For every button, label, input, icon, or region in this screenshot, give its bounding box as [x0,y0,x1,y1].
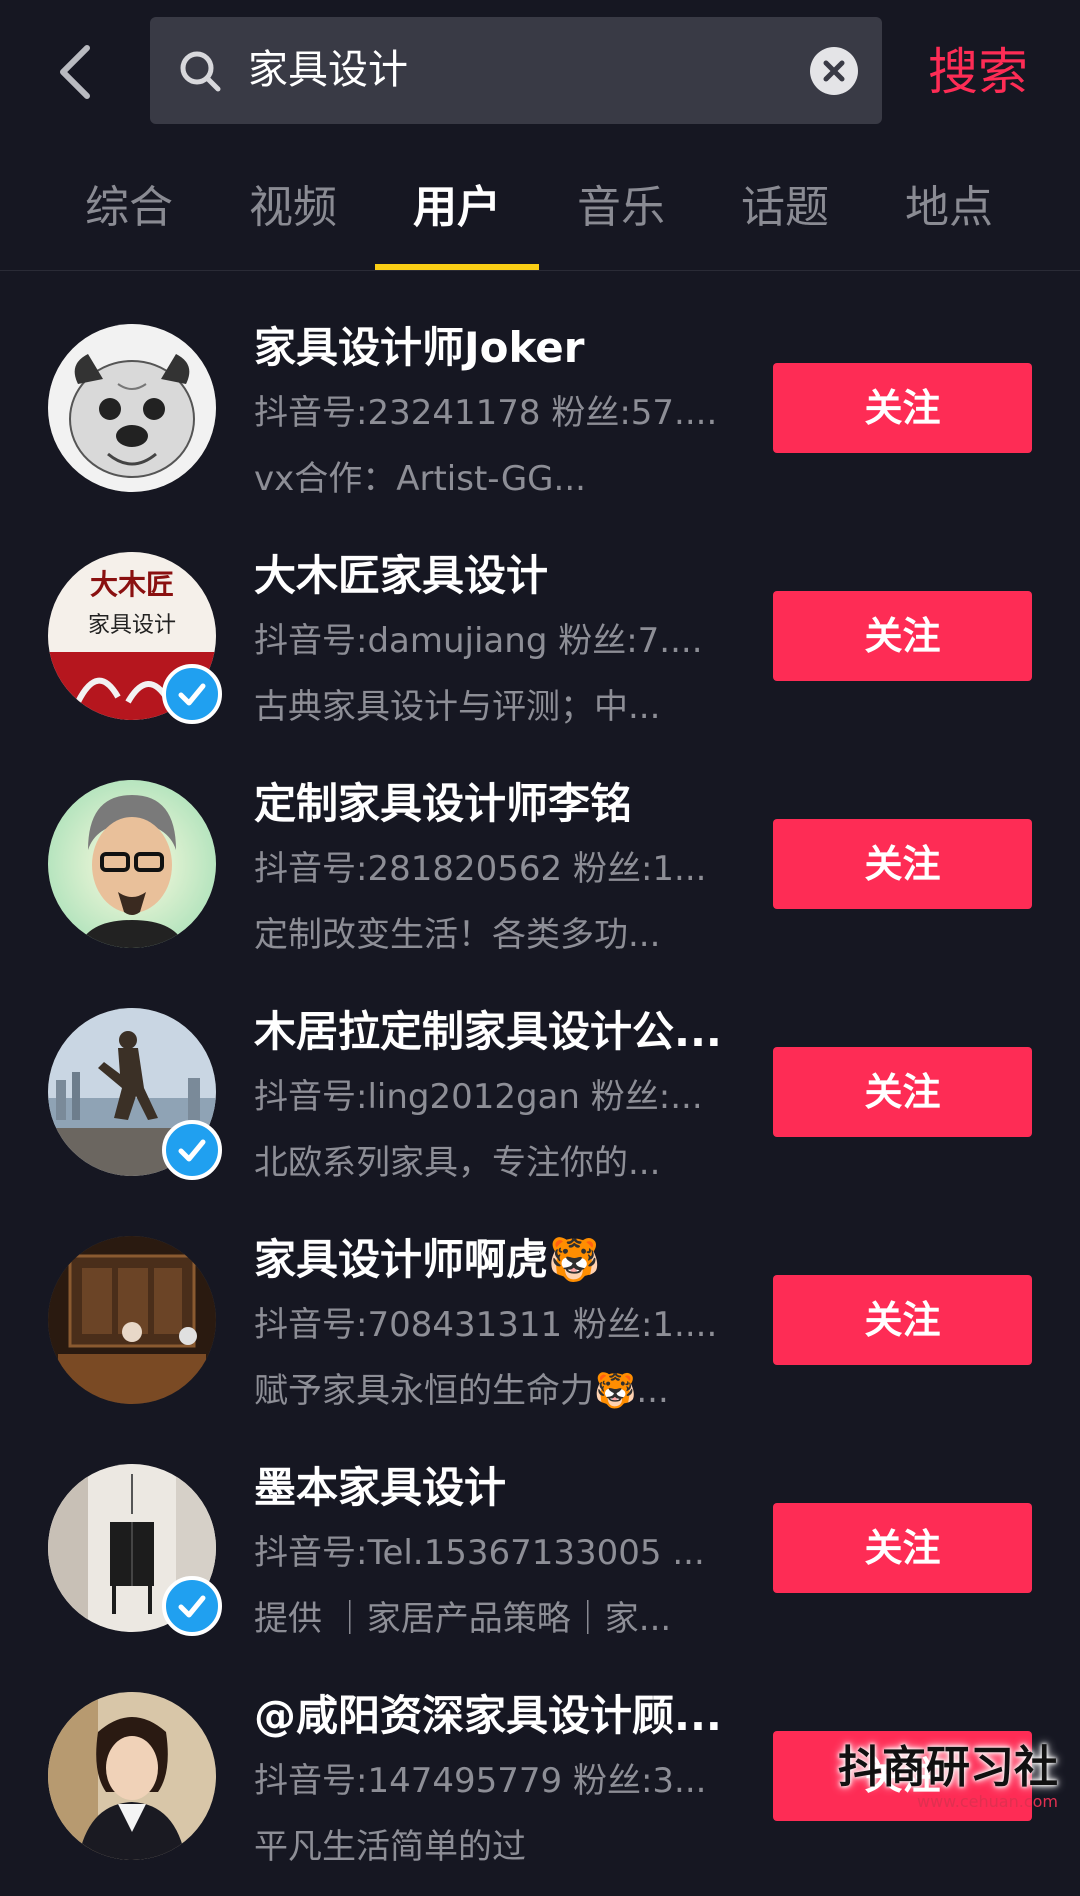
verified-badge [162,1576,222,1636]
avatar-image [48,1236,216,1404]
user-name: 墨本家具设计 [254,1456,734,1520]
user-info: 家具设计师啊虎🐯 抖音号:708431311 粉丝:1.... 赋予家具永恒的生… [254,1228,734,1424]
tab-places[interactable]: 地点 [867,170,1031,270]
user-info: 大木匠家具设计 抖音号:damujiang 粉丝:7.... 古典家具设计与评测… [254,544,734,740]
follow-button[interactable]: 关注 [773,1047,1032,1137]
avatar[interactable]: 大木匠 家具设计 [48,552,216,720]
list-item[interactable]: 家具设计师Joker 抖音号:23241178 粉丝:57.... vx合作：A… [0,300,1080,528]
follow-button[interactable]: 关注 [773,591,1032,681]
search-button[interactable]: 搜索 [928,32,1028,112]
user-result-list: 家具设计师Joker 抖音号:23241178 粉丝:57.... vx合作：A… [0,300,1080,1896]
user-info: @咸阳资深家具设计顾... 抖音号:147495779 粉丝:3... 平凡生活… [254,1684,734,1880]
user-name: 大木匠家具设计 [254,544,734,608]
watermark-text: 抖商研习社 [838,1743,1058,1793]
chevron-left-icon [55,42,95,102]
watermark-url: www.cehuan.com [838,1793,1058,1811]
tab-music[interactable]: 音乐 [539,170,703,270]
follow-button[interactable]: 关注 [773,1275,1032,1365]
avatar[interactable] [48,1692,216,1860]
avatar[interactable] [48,324,216,492]
tab-users[interactable]: 用户 [375,170,539,270]
search-field[interactable]: 家具设计 [150,17,882,124]
tab-videos[interactable]: 视频 [211,170,375,270]
svg-text:家具设计: 家具设计 [88,613,176,638]
close-icon [810,47,858,95]
search-input[interactable]: 家具设计 [248,17,408,124]
avatar[interactable] [48,1464,216,1632]
user-meta: 抖音号:ling2012gan 粉丝:... [254,1064,734,1130]
search-header: 家具设计 搜索 [0,0,1080,143]
user-bio: 赋予家具永恒的生命力🐯... [254,1358,734,1424]
user-meta: 抖音号:Tel.15367133005 ... [254,1520,734,1586]
list-item[interactable]: 定制家具设计师李铭 抖音号:281820562 粉丝:1... 定制改变生活！各… [0,756,1080,984]
svg-text:大木匠: 大木匠 [90,568,174,601]
user-info: 家具设计师Joker 抖音号:23241178 粉丝:57.... vx合作：A… [254,316,734,512]
list-item[interactable]: 大木匠 家具设计 大木匠家具设计 抖音号:damujiang 粉丝:7.... … [0,528,1080,756]
user-meta: 抖音号:damujiang 粉丝:7.... [254,608,734,674]
user-name: @咸阳资深家具设计顾... [254,1684,734,1748]
user-name: 家具设计师Joker [254,316,734,380]
user-info: 定制家具设计师李铭 抖音号:281820562 粉丝:1... 定制改变生活！各… [254,772,734,968]
list-item[interactable]: 木居拉定制家具设计公... 抖音号:ling2012gan 粉丝:... 北欧系… [0,984,1080,1212]
user-name: 木居拉定制家具设计公... [254,1000,734,1064]
verified-badge [162,664,222,724]
list-item[interactable]: 家具设计师啊虎🐯 抖音号:708431311 粉丝:1.... 赋予家具永恒的生… [0,1212,1080,1440]
user-bio: 平凡生活简单的过 [254,1814,734,1880]
user-info: 墨本家具设计 抖音号:Tel.15367133005 ... 提供 ｜家居产品策… [254,1456,734,1652]
user-meta: 抖音号:281820562 粉丝:1... [254,836,734,902]
user-bio: 定制改变生活！各类多功... [254,902,734,968]
avatar[interactable] [48,780,216,948]
tab-topics[interactable]: 话题 [703,170,867,270]
user-meta: 抖音号:147495779 粉丝:3... [254,1748,734,1814]
user-bio: 古典家具设计与评测；中... [254,674,734,740]
avatar[interactable] [48,1008,216,1176]
watermark: 抖商研习社 www.cehuan.com [838,1743,1058,1811]
follow-button[interactable]: 关注 [773,363,1032,453]
follow-button[interactable]: 关注 [773,1503,1032,1593]
clear-search-button[interactable] [810,47,858,95]
avatar[interactable] [48,1236,216,1404]
user-bio: 北欧系列家具，专注你的... [254,1130,734,1196]
back-button[interactable] [40,32,110,112]
user-bio: 提供 ｜家居产品策略｜家... [254,1586,734,1652]
user-bio: vx合作：Artist-GG... [254,446,734,512]
follow-button[interactable]: 关注 [773,819,1032,909]
tab-comprehensive[interactable]: 综合 [47,170,211,270]
user-name: 家具设计师啊虎🐯 [254,1228,734,1292]
user-meta: 抖音号:23241178 粉丝:57.... [254,380,734,446]
avatar-image [48,1692,216,1860]
user-name: 定制家具设计师李铭 [254,772,734,836]
check-icon [175,1133,209,1167]
avatar-image [48,780,216,948]
user-meta: 抖音号:708431311 粉丝:1.... [254,1292,734,1358]
list-item[interactable]: 墨本家具设计 抖音号:Tel.15367133005 ... 提供 ｜家居产品策… [0,1440,1080,1668]
search-icon [178,49,222,93]
result-tabs: 综合 视频 用户 音乐 话题 地点 [47,170,1033,270]
check-icon [175,677,209,711]
check-icon [175,1589,209,1623]
user-info: 木居拉定制家具设计公... 抖音号:ling2012gan 粉丝:... 北欧系… [254,1000,734,1196]
verified-badge [162,1120,222,1180]
avatar-image [48,324,216,492]
tab-divider [0,270,1080,271]
